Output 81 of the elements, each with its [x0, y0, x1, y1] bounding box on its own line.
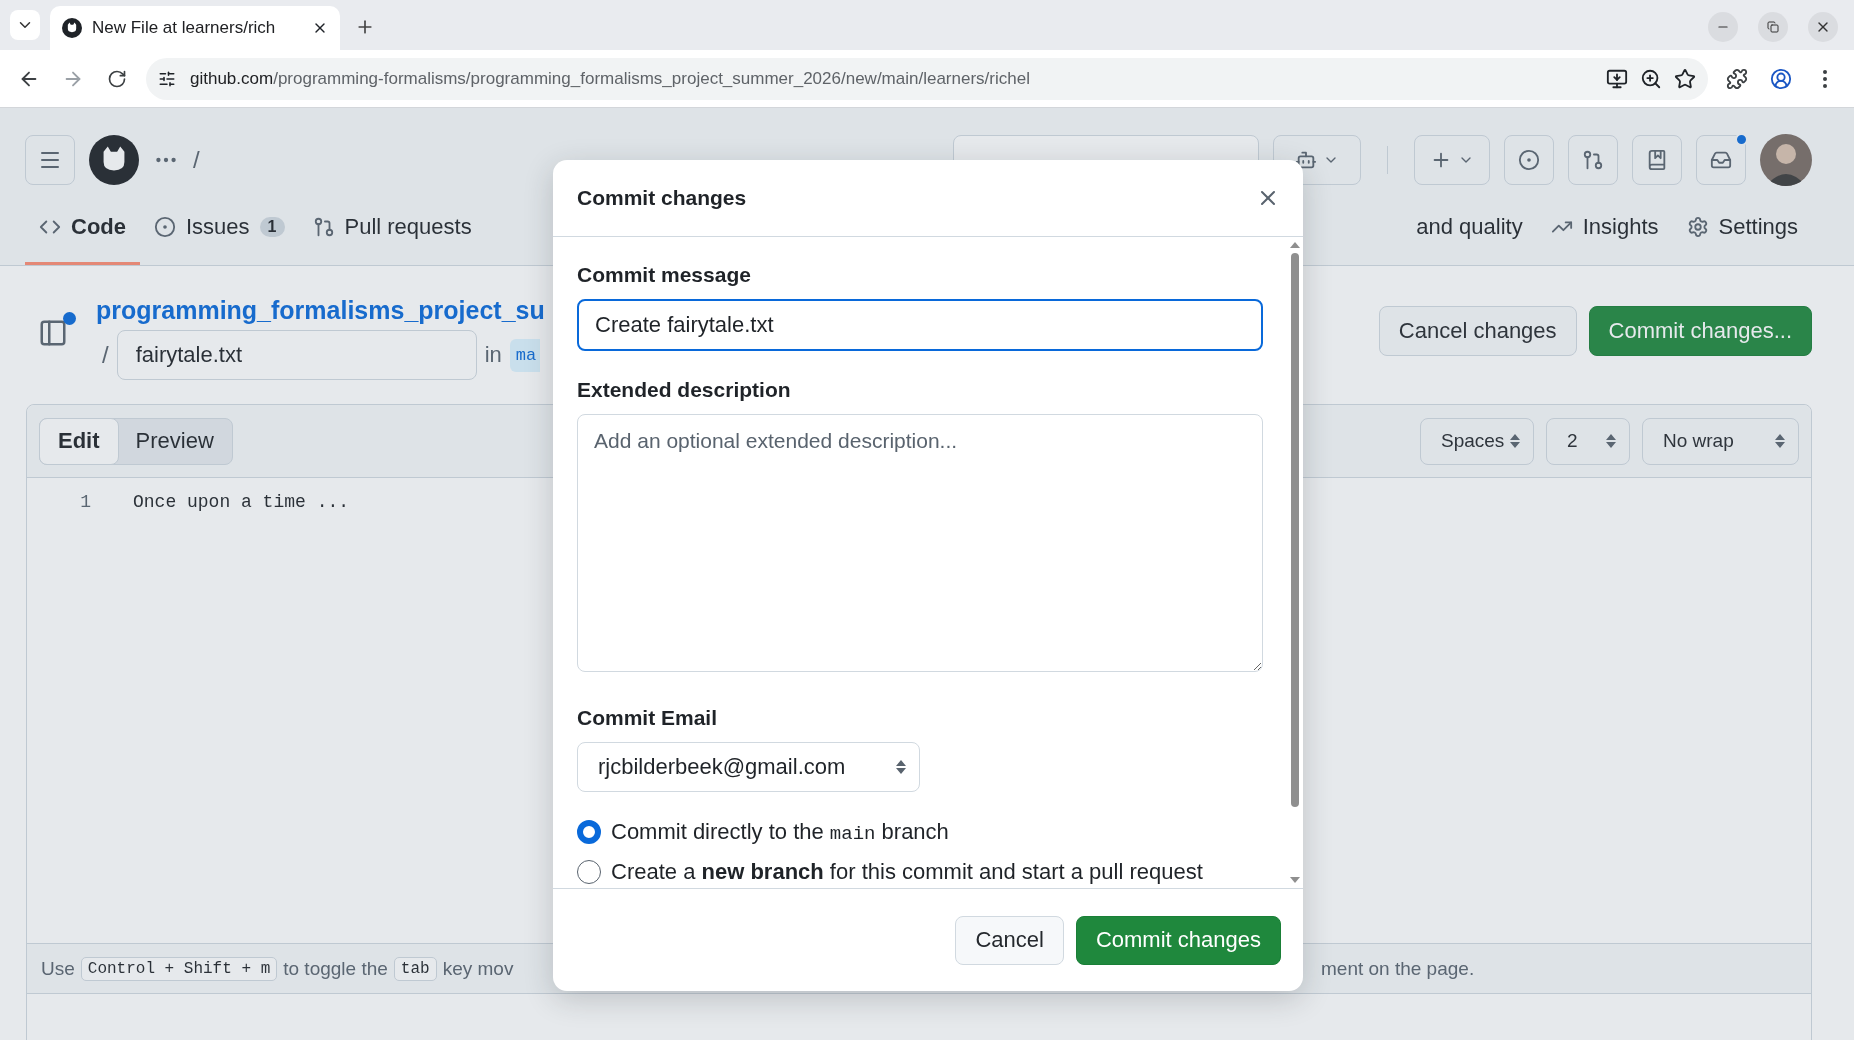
field-label: Extended description	[577, 377, 792, 403]
url-text: github.com/programming-formalisms/programming_formalisms_project_summer_2026/new/main/learners/richel	[190, 68, 1030, 89]
hint-text: ment on the page.	[1321, 957, 1475, 980]
inbox-button[interactable]	[1696, 135, 1746, 185]
cancel-button[interactable]: Cancel	[955, 915, 1064, 965]
restore-button[interactable]	[1758, 12, 1788, 42]
commit-button[interactable]: Commit changes	[1075, 915, 1281, 965]
browser-tab[interactable]: New File at learners/rich	[50, 6, 340, 50]
issues-button[interactable]	[1504, 135, 1554, 185]
radio-label: Commit directly to the main branch	[611, 819, 949, 845]
kebab-menu-icon	[1823, 69, 1827, 88]
repo-link[interactable]: programming_formalisms_project_su	[96, 296, 545, 324]
issue-count: 1	[259, 217, 285, 237]
address-bar[interactable]: github.com/programming-formalisms/programming_formalisms_project_summer_2026/new/main/learners/richel	[146, 57, 1708, 100]
commit-message-field[interactable]: Create fairytale.txt	[577, 299, 1263, 351]
editor-option-select[interactable]: No wrap	[1642, 417, 1799, 465]
line-number: 1	[79, 492, 92, 512]
book-icon	[1646, 149, 1668, 171]
issue-icon	[1518, 149, 1540, 171]
in-label: in	[484, 342, 502, 368]
repo-nav-tab[interactable]: Code	[25, 204, 140, 265]
editor-tab[interactable]: Preview	[116, 417, 233, 465]
user-icon	[1770, 67, 1792, 90]
file-name-field[interactable]: fairytale.txt	[116, 330, 477, 380]
code-line: Once upon a time ...	[132, 492, 350, 512]
puzzle-icon	[1726, 67, 1748, 90]
scroll-up-icon[interactable]	[1289, 241, 1301, 249]
scroll-down-icon[interactable]	[1289, 876, 1301, 884]
github-logo-icon	[89, 135, 139, 185]
robot-icon	[1295, 149, 1317, 171]
dialog-title: Commit changes	[577, 186, 747, 210]
radio-button[interactable]	[577, 820, 601, 844]
menu-button[interactable]	[25, 135, 75, 185]
path-separator: /	[102, 341, 109, 369]
sidebar-icon	[38, 318, 68, 348]
repositories-button[interactable]	[1632, 135, 1682, 185]
zoom-icon[interactable]	[1640, 67, 1662, 90]
keyboard-key: tab	[393, 956, 437, 981]
sort-arrows-icon	[1774, 433, 1786, 449]
repo-nav-tab[interactable]: Pull requests	[298, 204, 486, 265]
bookmark-star-icon[interactable]	[1674, 67, 1696, 90]
install-app-icon[interactable]	[1606, 67, 1628, 90]
site-info-icon[interactable]	[158, 69, 176, 88]
pull-request-icon	[1582, 149, 1604, 171]
tab-title: New File at learners/rich	[92, 18, 277, 38]
issue-icon	[154, 216, 176, 238]
close-window-button[interactable]	[1808, 12, 1838, 42]
keyboard-key: Control + Shift + m	[80, 956, 278, 981]
site-favicon-icon	[62, 18, 82, 38]
cancel-button[interactable]: Cancel changes	[1378, 306, 1577, 356]
repo-nav-tab[interactable]: Issues 1	[140, 204, 299, 265]
pull-requests-button[interactable]	[1568, 135, 1618, 185]
avatar[interactable]	[1760, 134, 1812, 186]
editor-option-select[interactable]: 2	[1546, 417, 1630, 465]
editor-tab[interactable]: Edit	[39, 417, 119, 465]
hint-text: Use	[41, 957, 75, 980]
editor-option-select[interactable]: Spaces	[1420, 417, 1534, 465]
sort-arrows-icon	[1509, 433, 1521, 449]
repo-nav-tab[interactable]: Insights	[1536, 204, 1673, 265]
branch-label: ma	[509, 338, 541, 372]
commit-button[interactable]: Commit changes...	[1588, 306, 1812, 356]
pull-request-icon	[312, 216, 335, 238]
repo-nav-tab[interactable]: and quality	[1402, 204, 1537, 265]
radio-button[interactable]	[577, 860, 601, 884]
description-field[interactable]: Add an optional extended description...	[577, 414, 1263, 672]
email-select[interactable]: rjcbilderbeek@gmail.com	[577, 742, 920, 792]
repo-nav-tab[interactable]: Settings	[1672, 204, 1812, 265]
restore-icon	[1767, 21, 1779, 33]
reload-icon	[107, 68, 127, 89]
radio-label: Create a new branch for this commit and start a pull request	[611, 859, 1203, 885]
sort-arrows-icon	[1605, 433, 1617, 449]
sort-arrows-icon	[895, 759, 907, 775]
hint-text: key mov	[442, 957, 514, 980]
field-label: Commit message	[577, 262, 752, 288]
settings-icon	[1686, 216, 1709, 238]
breadcrumb-separator: /	[193, 146, 200, 174]
tab-list-button[interactable]	[10, 10, 40, 40]
inbox-icon	[1710, 149, 1732, 171]
hint-text: to toggle the	[283, 957, 388, 980]
field-label: Commit Email	[577, 705, 719, 731]
file-tree-toggle[interactable]	[38, 312, 76, 348]
